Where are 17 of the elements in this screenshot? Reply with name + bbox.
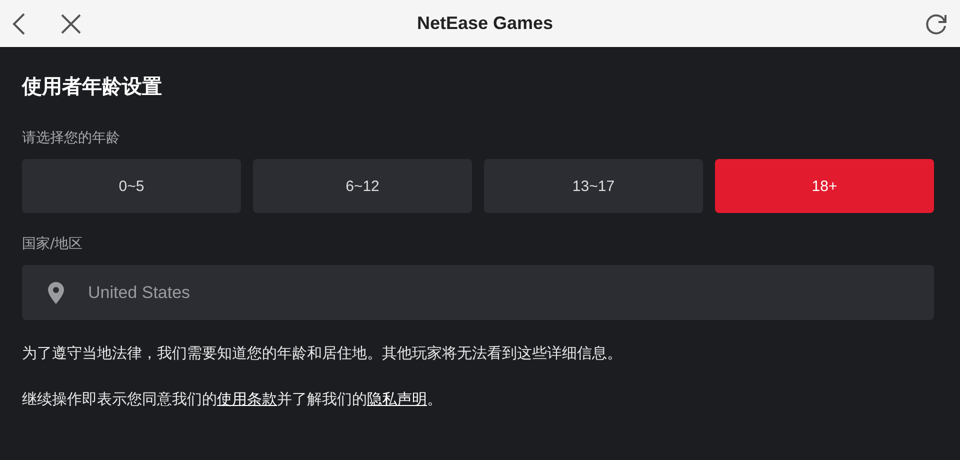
back-icon[interactable]	[12, 12, 26, 36]
age-option[interactable]: 6~12	[253, 159, 472, 213]
refresh-icon[interactable]	[924, 12, 948, 36]
page-title: 使用者年龄设置	[22, 73, 163, 99]
link[interactable]: 使用条款	[217, 390, 277, 408]
location-pin-icon	[48, 282, 64, 304]
consent-text: 继续操作即表示您同意我们的使用条款并了解我们的隐私声明。	[22, 389, 443, 410]
age-option[interactable]: 0~5	[22, 159, 241, 213]
window-title: NetEase Games	[416, 13, 554, 34]
close-icon[interactable]	[60, 12, 82, 34]
link[interactable]: 隐私声明	[367, 390, 427, 408]
notice-text: 为了遵守当地法律，我们需要知道您的年龄和居住地。其他玩家将无法看到这些详细信息。	[22, 343, 623, 364]
region-label: 国家/地区	[22, 235, 84, 253]
age-option[interactable]: 13~17	[484, 159, 703, 213]
age-label: 请选择您的年龄	[22, 129, 121, 147]
age-option[interactable]: 18+	[715, 159, 934, 213]
region-field[interactable]: United States	[22, 265, 934, 320]
